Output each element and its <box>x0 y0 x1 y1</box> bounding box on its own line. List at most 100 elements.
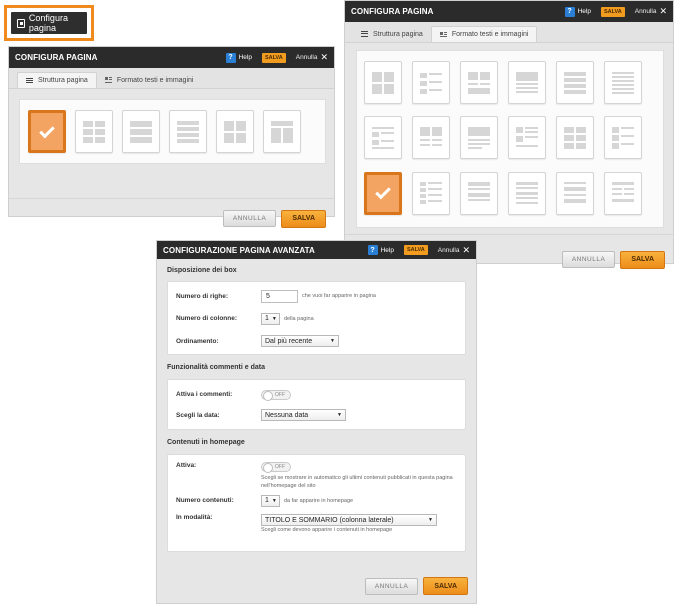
chevron-down-icon: ▼ <box>428 517 433 523</box>
attiva-commenti-label: Attiva i commenti: <box>176 391 233 398</box>
tab-struttura-pagina[interactable]: Struttura pagina <box>353 26 431 42</box>
section-title-commenti: Funzionalità commenti e data <box>167 363 266 371</box>
format-option[interactable] <box>508 116 546 160</box>
format-option[interactable] <box>412 116 450 160</box>
header-annulla-link[interactable]: Annulla <box>635 8 657 15</box>
text-format-icon <box>439 31 447 38</box>
numero-contenuti-value: 1 <box>265 497 269 504</box>
format-options-panel <box>356 50 664 228</box>
help-icon[interactable]: ? <box>225 52 236 63</box>
data-select[interactable]: Nessuna data ▼ <box>261 409 346 421</box>
header-salva-button[interactable]: SALVA <box>403 245 428 255</box>
modalita-select[interactable]: TITOLO E SOMMARIO (colonna laterale) ▼ <box>261 514 437 526</box>
dialog-tabs: Struttura pagina Formato testi e immagin… <box>9 68 334 89</box>
layout-grid-icon <box>361 31 368 37</box>
header-salva-button[interactable]: SALVA <box>261 52 286 63</box>
page-settings-icon <box>17 18 25 28</box>
help-icon[interactable]: ? <box>564 6 575 17</box>
numero-contenuti-hint: da far apparire in homepage <box>284 497 354 504</box>
section-title-homepage: Contenuti in homepage <box>167 438 245 446</box>
help-icon[interactable]: ? <box>367 245 378 255</box>
layout-options-panel <box>19 99 326 164</box>
annulla-button[interactable]: ANNULLA <box>561 251 616 268</box>
numero-contenuti-label: Numero contenuti: <box>176 497 234 504</box>
tab-formato-testi[interactable]: Formato testi e immagini <box>97 72 202 88</box>
modalita-note: Scegli come devono apparire i contenuti … <box>261 527 393 533</box>
format-option[interactable] <box>460 61 498 104</box>
check-icon <box>375 183 391 200</box>
colonne-value: 1 <box>265 315 269 322</box>
close-icon[interactable]: ✕ <box>320 53 328 62</box>
format-option[interactable] <box>556 61 594 104</box>
colonne-hint: della pagina <box>284 315 314 322</box>
righe-input[interactable]: 5 <box>261 289 298 303</box>
advanced-body: Disposizione dei box Numero di righe: 5 … <box>157 259 476 569</box>
salva-button[interactable]: SALVA <box>423 577 468 595</box>
ordinamento-value: Dal più recente <box>265 337 313 345</box>
data-label: Scegli la data: <box>176 411 220 419</box>
ordinamento-label: Ordinamento: <box>176 337 219 345</box>
configura-pagina-button[interactable]: Configura pagina <box>11 12 87 34</box>
format-option[interactable] <box>460 116 498 160</box>
formato-testi-dialog: CONFIGURA PAGINA ? Help SALVA Annulla ✕ … <box>344 0 674 269</box>
tab-label: Formato testi e immagini <box>116 76 194 84</box>
tab-label: Struttura pagina <box>38 77 88 84</box>
format-option[interactable] <box>556 116 594 160</box>
header-annulla-link[interactable]: Annulla <box>296 54 318 61</box>
help-link[interactable]: Help <box>239 54 252 61</box>
text-format-icon <box>104 77 112 83</box>
format-option[interactable] <box>364 61 402 104</box>
format-option[interactable] <box>412 171 450 215</box>
layout-option-2col[interactable] <box>75 110 113 153</box>
modalita-value: TITOLO E SOMMARIO (colonna laterale) <box>265 516 394 524</box>
tab-label: Struttura pagina <box>373 30 423 38</box>
attiva-homepage-toggle[interactable]: OFF <box>261 462 291 473</box>
check-icon <box>39 122 55 138</box>
help-link[interactable]: Help <box>578 8 591 15</box>
numero-contenuti-select[interactable]: 1 ▼ <box>261 494 280 507</box>
configura-pagina-highlight: Configura pagina <box>4 5 94 41</box>
salva-button[interactable]: SALVA <box>281 209 326 228</box>
chevron-down-icon: ▼ <box>330 338 335 344</box>
dialog-footer: ANNULLA SALVA <box>157 569 476 603</box>
annulla-button[interactable]: ANNULLA <box>222 210 277 227</box>
header-annulla-link[interactable]: Annulla <box>438 247 460 254</box>
colonne-label: Numero di colonne: <box>176 315 238 322</box>
format-option[interactable] <box>604 116 642 160</box>
modalita-label: In modalità: <box>176 514 213 521</box>
tab-struttura-pagina[interactable]: Struttura pagina <box>17 72 97 88</box>
close-icon[interactable]: ✕ <box>659 7 667 16</box>
chevron-down-icon: ▼ <box>337 412 342 418</box>
dialog-title: CONFIGURAZIONE PAGINA AVANZATA <box>163 245 315 255</box>
dialog-title: CONFIGURA PAGINA <box>15 53 98 62</box>
ordinamento-select[interactable]: Dal più recente ▼ <box>261 335 339 347</box>
chevron-down-icon: ▼ <box>271 315 277 322</box>
dialog-header: CONFIGURAZIONE PAGINA AVANZATA ? Help SA… <box>157 241 476 259</box>
righe-hint: che vuoi far apparire in pagina <box>302 293 376 299</box>
homepage-card: Attiva: OFF Scegli se mostrare in automa… <box>167 454 466 552</box>
format-option[interactable] <box>364 116 402 160</box>
format-option[interactable] <box>412 61 450 104</box>
format-option[interactable] <box>508 61 546 104</box>
format-option[interactable] <box>508 171 546 215</box>
configurazione-avanzata-dialog: CONFIGURAZIONE PAGINA AVANZATA ? Help SA… <box>156 240 477 604</box>
annulla-button[interactable]: ANNULLA <box>364 577 419 595</box>
header-salva-button[interactable]: SALVA <box>600 6 625 17</box>
format-option[interactable] <box>460 171 498 215</box>
tab-formato-testi[interactable]: Formato testi e immagini <box>430 26 538 42</box>
format-option[interactable] <box>556 171 594 215</box>
format-option[interactable] <box>604 61 642 104</box>
layout-option-mixed[interactable] <box>263 110 301 153</box>
layout-option-stripes[interactable] <box>169 110 207 153</box>
format-option-selected[interactable] <box>364 171 402 215</box>
layout-option-1col[interactable] <box>28 110 66 153</box>
close-icon[interactable]: ✕ <box>462 245 470 255</box>
format-option[interactable] <box>604 171 642 215</box>
colonne-select[interactable]: 1 ▼ <box>261 312 280 325</box>
attiva-commenti-toggle[interactable]: OFF <box>261 389 291 401</box>
layout-option-rows[interactable] <box>122 110 160 153</box>
help-link[interactable]: Help <box>381 247 394 254</box>
salva-button[interactable]: SALVA <box>620 250 665 269</box>
righe-label: Numero di righe: <box>176 292 229 300</box>
layout-option-grid[interactable] <box>216 110 254 153</box>
